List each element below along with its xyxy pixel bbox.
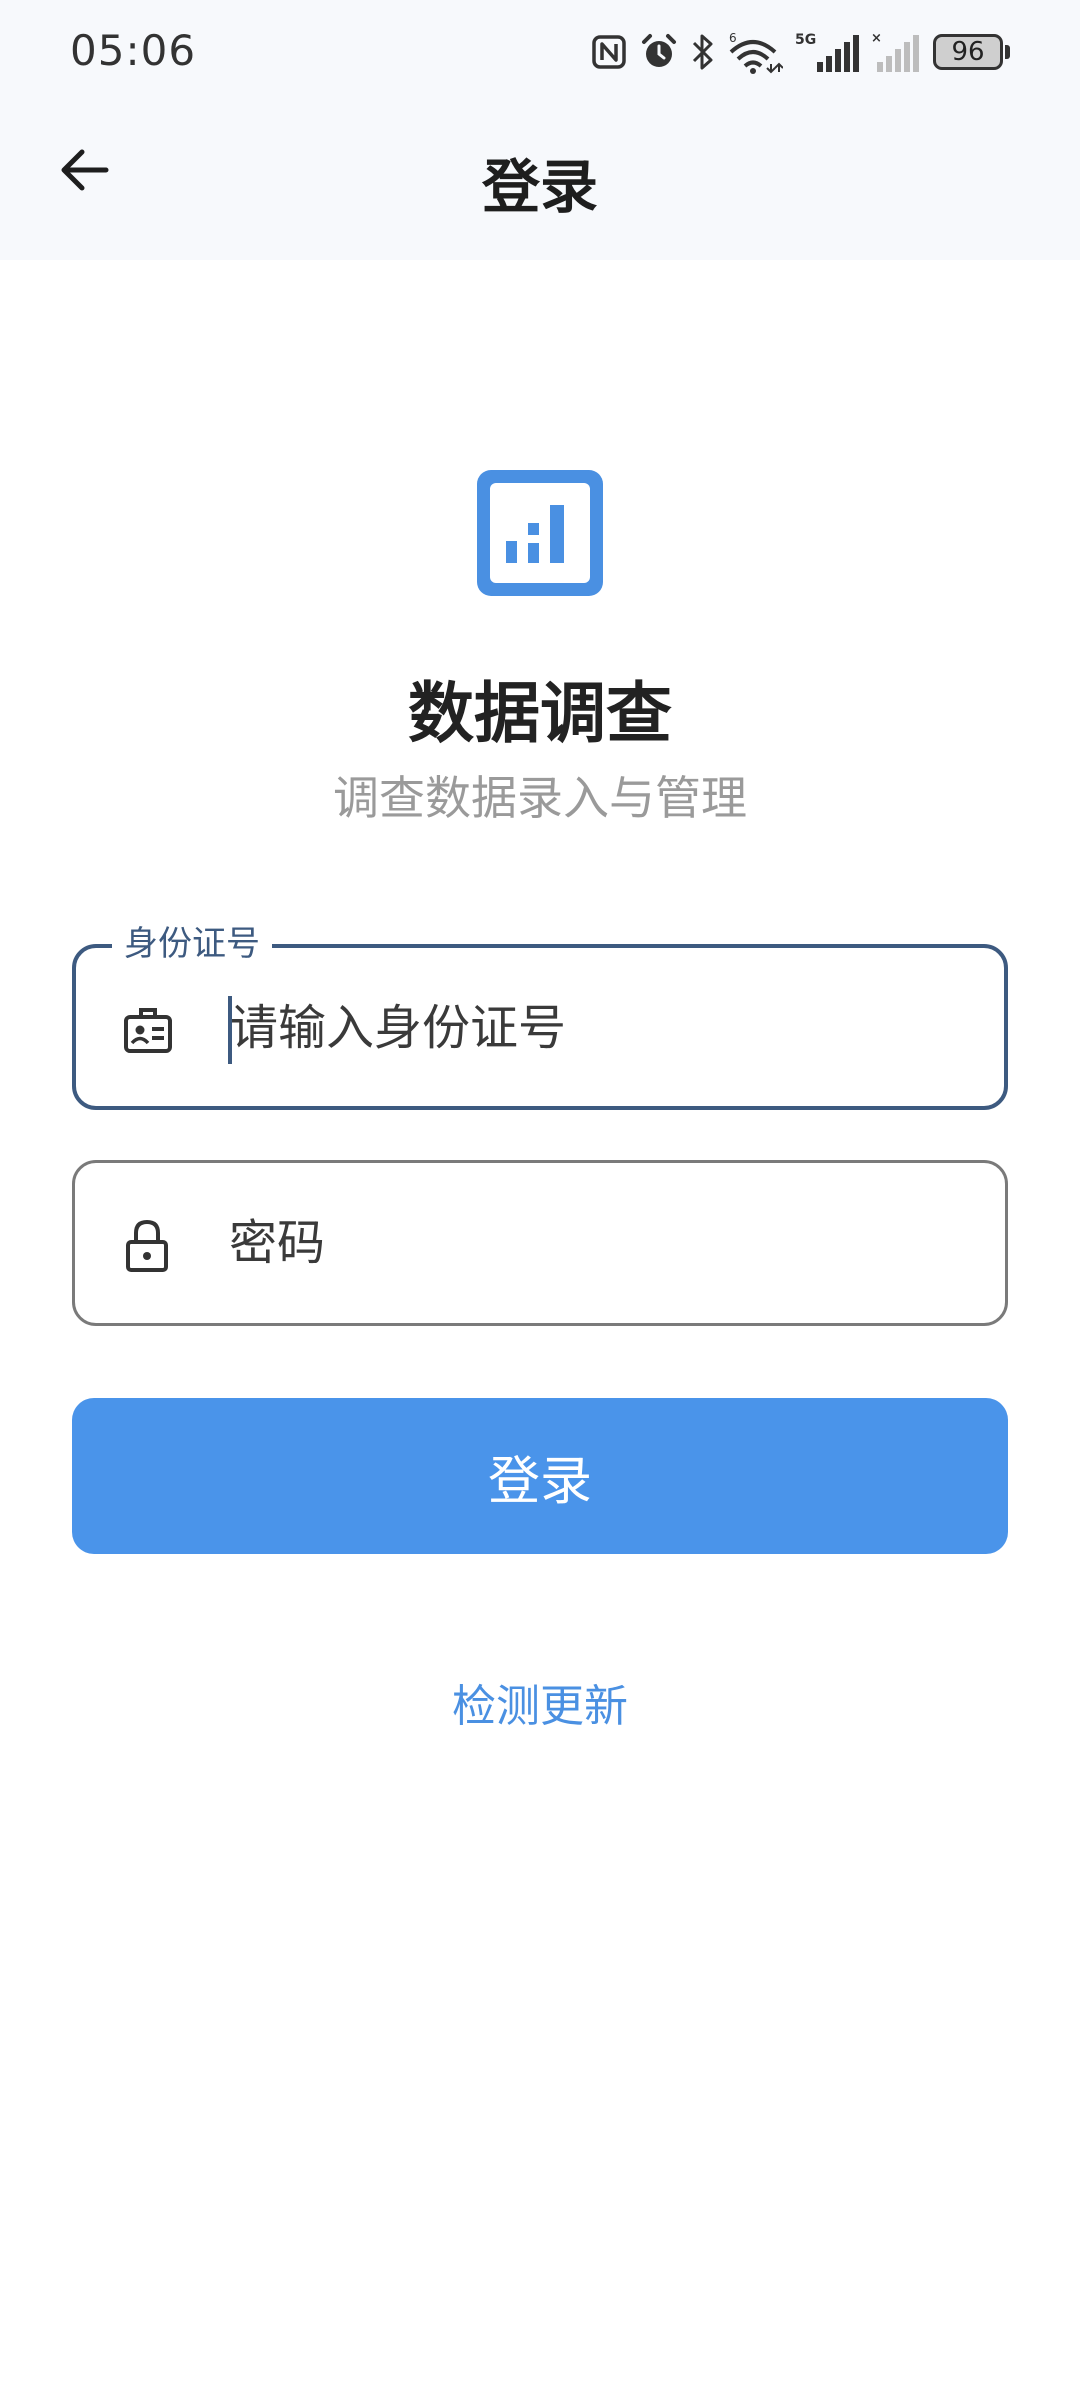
id-number-field[interactable]: 身份证号 — [72, 920, 1008, 1110]
status-bar: 05:06 6 5G × 96 — [0, 0, 1080, 102]
id-number-input[interactable] — [230, 988, 970, 1068]
bar-chart-icon — [477, 470, 603, 596]
app-title: 数据调查 — [408, 675, 672, 752]
nfc-icon — [591, 34, 627, 70]
lock-icon — [119, 1218, 175, 1274]
alarm-icon — [639, 32, 679, 72]
id-badge-icon — [120, 1003, 176, 1059]
id-number-label: 身份证号 — [112, 920, 272, 968]
bluetooth-icon — [691, 32, 715, 72]
check-update-link[interactable]: 检测更新 — [0, 1670, 1080, 1734]
wifi-6-icon: 6 — [727, 30, 783, 74]
password-field[interactable] — [72, 1160, 1008, 1326]
svg-text:6: 6 — [729, 31, 737, 45]
page-title: 登录 — [481, 153, 598, 221]
app-bar: 登录 — [0, 102, 1080, 260]
svg-text:×: × — [871, 31, 882, 46]
login-button[interactable]: 登录 — [72, 1398, 1008, 1554]
signal-5g-icon: 5G — [795, 30, 859, 74]
battery-level: 96 — [933, 34, 1003, 70]
status-icons: 6 5G × 96 — [591, 28, 1010, 76]
svg-text:5G: 5G — [795, 32, 816, 48]
signal-no-sim-icon: × — [871, 30, 921, 74]
app-subtitle: 调查数据录入与管理 — [333, 771, 747, 825]
status-time: 05:06 — [70, 26, 197, 75]
password-input[interactable] — [229, 1203, 969, 1283]
battery-icon: 96 — [933, 34, 1010, 70]
